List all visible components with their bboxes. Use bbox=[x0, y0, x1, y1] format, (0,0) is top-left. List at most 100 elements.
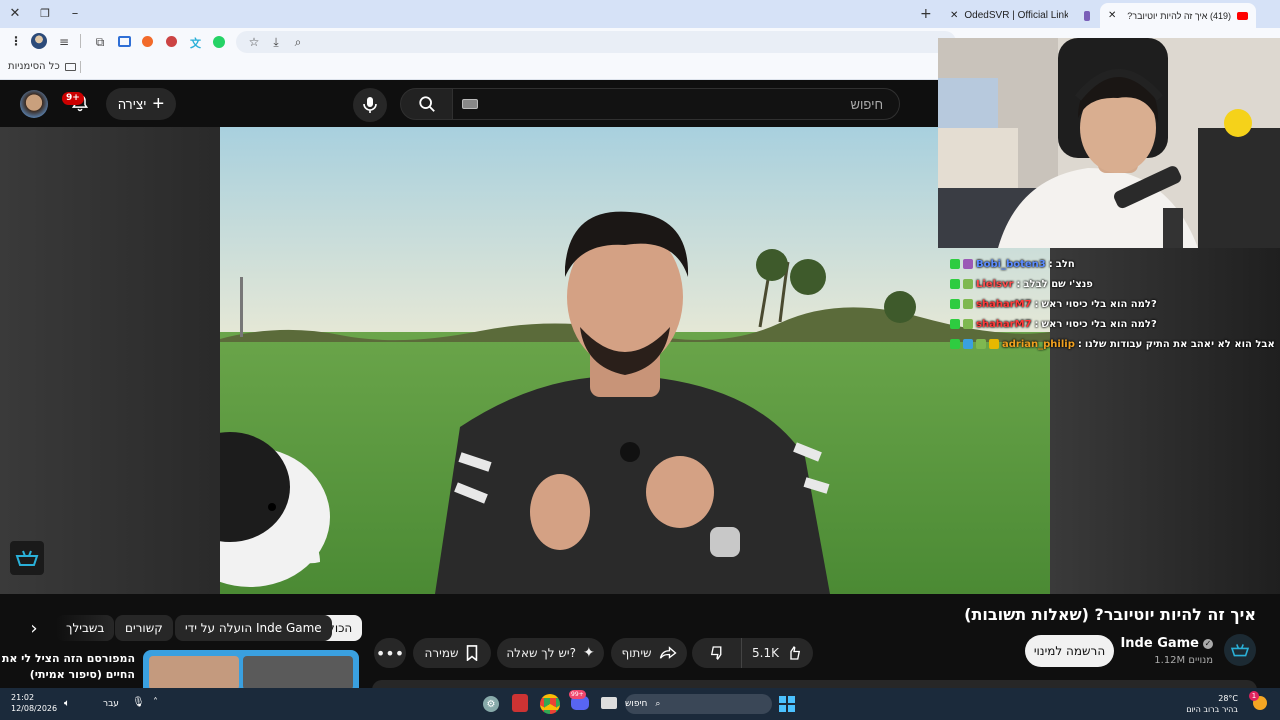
chat-text: פנצ'י שם לבלב bbox=[1023, 278, 1093, 290]
weather-temp: 28°C bbox=[1218, 694, 1238, 703]
chat-username: Lielsvr bbox=[976, 278, 1014, 290]
tab-odedsvr[interactable]: ✕ OdedSVR | Official Links bbox=[942, 3, 1076, 28]
settings-gear-icon[interactable]: ⚙ bbox=[483, 696, 499, 712]
search-input[interactable]: חיפוש bbox=[452, 88, 900, 120]
recommendation-thumbnail[interactable] bbox=[143, 650, 359, 690]
search-magnifier-icon: ⌕ bbox=[655, 699, 661, 709]
account-avatar[interactable] bbox=[20, 90, 48, 118]
thumbs-up-icon bbox=[790, 645, 801, 660]
app-red-icon[interactable] bbox=[512, 694, 528, 712]
save-label: שמירה bbox=[424, 646, 459, 660]
more-actions-button[interactable]: ••• bbox=[374, 638, 406, 668]
more-dots-icon: ••• bbox=[375, 643, 405, 663]
extensions-icon[interactable]: ⧉ bbox=[92, 34, 108, 50]
chat-badge-icon bbox=[963, 339, 973, 349]
thumbs-down-icon bbox=[710, 646, 721, 661]
video-player[interactable] bbox=[220, 127, 1050, 594]
chat-separator: : bbox=[1034, 318, 1039, 330]
chip-for-you[interactable]: בשבילך bbox=[56, 615, 115, 641]
profile-avatar-icon[interactable] bbox=[31, 33, 47, 49]
channel-avatar[interactable] bbox=[1224, 634, 1256, 666]
like-dislike-group: 5.1K bbox=[692, 638, 813, 668]
weather-badge: 1 bbox=[1249, 691, 1259, 701]
chip-related[interactable]: קשורים bbox=[115, 615, 173, 641]
new-tab-button[interactable]: + bbox=[920, 6, 932, 22]
search-button[interactable] bbox=[400, 88, 453, 120]
tab-favicon-icon bbox=[1084, 10, 1090, 21]
chat-message: adrian_philip : אבל הוא לא יאהב את התיק … bbox=[950, 335, 1275, 353]
subscribe-button[interactable]: הרשמה למינוי bbox=[1025, 635, 1114, 667]
share-button[interactable]: שיתוף bbox=[611, 638, 687, 668]
clock-date: 12/08/2026 bbox=[11, 704, 58, 713]
chat-text: ?למה הוא בלי כיסוי ראש bbox=[1041, 318, 1157, 330]
bookmark-star-icon[interactable]: ☆ bbox=[246, 34, 262, 50]
thumb-face-left bbox=[149, 656, 239, 690]
clock[interactable]: 21:02 12/08/2026 bbox=[11, 692, 57, 714]
address-bar[interactable]: ☆ ⤓ ⌕ bbox=[236, 31, 956, 53]
chat-message: shaharM7 : ?למה הוא בלי כיסוי ראש bbox=[950, 315, 1157, 333]
tab-pinned[interactable] bbox=[1076, 3, 1098, 28]
chat-username: adrian_philip bbox=[1002, 338, 1075, 350]
extension-screen-icon[interactable] bbox=[118, 36, 131, 47]
extension-red-icon[interactable] bbox=[166, 36, 177, 47]
keyboard-icon[interactable] bbox=[462, 99, 478, 109]
verified-icon: ✓ bbox=[1203, 638, 1213, 649]
minimize-window-icon[interactable]: – bbox=[68, 6, 82, 21]
clock-time: 21:02 bbox=[11, 693, 35, 702]
chat-badge-icon bbox=[963, 259, 973, 269]
windows-start-icon[interactable] bbox=[779, 696, 795, 712]
chat-username: Bobi_boten3 bbox=[976, 258, 1046, 270]
input-language[interactable]: עבר bbox=[103, 699, 119, 709]
discord-badge: 99+ bbox=[569, 690, 586, 699]
close-tab-icon[interactable]: ✕ bbox=[1108, 10, 1116, 21]
ask-question-button[interactable]: יש לך שאלה? ✦ bbox=[497, 638, 604, 668]
tray-chevron-up-icon[interactable]: ˄ bbox=[153, 697, 158, 708]
weather-widget[interactable]: 28°C בהיר ברוב היום bbox=[1186, 693, 1238, 715]
youtube-favicon-icon bbox=[1237, 11, 1248, 20]
chevron-right-icon[interactable]: › bbox=[24, 616, 44, 640]
extension-translate-icon[interactable]: 文 bbox=[190, 35, 201, 51]
microphone-tray-icon[interactable]: 🎙︎ bbox=[132, 697, 145, 708]
video-title: איך זה להיות יוטיובר? (שאלות תשובות) bbox=[964, 605, 1256, 624]
zoom-icon[interactable]: ⌕ bbox=[290, 34, 306, 50]
reading-list-icon[interactable]: ≡ bbox=[56, 34, 72, 50]
taskbar-search[interactable]: ⌕ חיפוש bbox=[625, 694, 772, 714]
chat-overlay: Bobi_boten3 : חלב Lielsvr : פנצ'י שם לבל… bbox=[950, 255, 1275, 355]
channel-name: Inde Game bbox=[1120, 636, 1199, 651]
chrome-taskbar-icon[interactable] bbox=[540, 694, 560, 714]
channel-logo-icon bbox=[1230, 644, 1250, 657]
all-bookmarks-button[interactable]: כל הסימניות bbox=[8, 61, 76, 72]
chat-separator: : bbox=[1016, 278, 1021, 290]
voice-search-button[interactable] bbox=[353, 88, 387, 122]
like-count: 5.1K bbox=[752, 646, 779, 660]
save-button[interactable]: שמירה bbox=[413, 638, 491, 668]
menu-kebab-icon[interactable]: ⋮ bbox=[10, 34, 22, 48]
microphone-icon bbox=[363, 97, 377, 113]
channel-name-row[interactable]: Inde Game ✓ bbox=[1120, 636, 1213, 651]
file-explorer-icon[interactable] bbox=[601, 697, 617, 709]
plus-icon: + bbox=[152, 93, 165, 115]
volume-icon[interactable]: 🔈︎ bbox=[64, 698, 70, 709]
search-icon bbox=[418, 96, 435, 112]
recommendation-title-line1: המפורסם הזה הציל לי את bbox=[1, 652, 135, 665]
tab-youtube[interactable]: (419) איך זה להיות יוטיובר? ✕ bbox=[1100, 3, 1256, 28]
close-window-icon[interactable]: ✕ bbox=[8, 6, 22, 21]
streamer-webcam bbox=[938, 38, 1280, 248]
video-frame bbox=[220, 127, 1050, 594]
extension-whatsapp-icon[interactable] bbox=[213, 36, 225, 48]
chat-separator: : bbox=[1077, 338, 1082, 350]
install-app-icon[interactable]: ⤓ bbox=[268, 34, 284, 50]
close-tab-icon[interactable]: ✕ bbox=[950, 10, 958, 21]
chip-uploaded-by[interactable]: הועלה על ידי Inde Game bbox=[175, 615, 332, 641]
chat-text: אבל הוא לא יאהב את התיק עבודות שלנו bbox=[1084, 338, 1275, 350]
extension-orange-icon[interactable] bbox=[142, 36, 153, 47]
restore-window-icon[interactable]: ❐ bbox=[38, 6, 52, 20]
dislike-button[interactable] bbox=[692, 638, 742, 668]
subscriber-count: 1.12M מנויים bbox=[1154, 655, 1213, 666]
chat-badge-icon bbox=[950, 279, 960, 289]
like-button[interactable]: 5.1K bbox=[742, 638, 813, 668]
ask-label: יש לך שאלה? bbox=[506, 646, 576, 660]
create-button[interactable]: יצירה + bbox=[106, 88, 176, 120]
chat-text: ?למה הוא בלי כיסוי ראש bbox=[1041, 298, 1157, 310]
recommendation-title[interactable]: המפורסם הזה הציל לי את החיים (סיפור אמית… bbox=[2, 651, 135, 683]
